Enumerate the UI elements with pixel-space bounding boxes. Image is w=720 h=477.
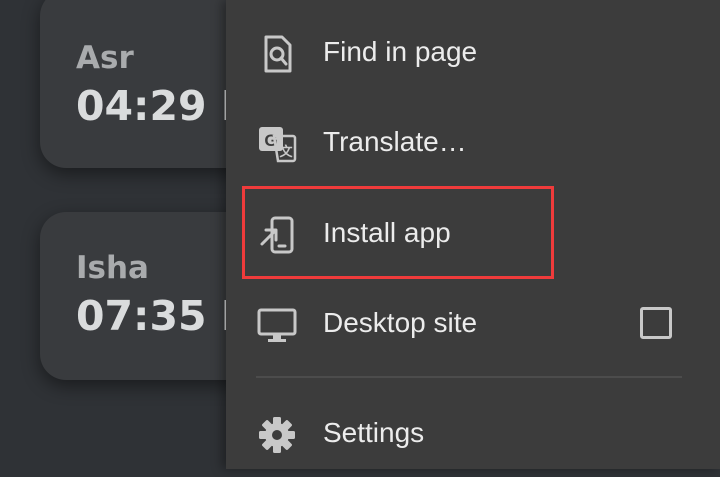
gear-icon [256,414,298,456]
menu-item-label: Desktop site [323,307,478,338]
find-in-page-icon [256,33,298,75]
menu-item-label: Translate… [323,126,467,157]
menu-item-install-app[interactable]: Install app [226,187,720,277]
menu-divider [256,376,682,378]
menu-item-find-in-page[interactable]: Find in page [226,6,720,96]
desktop-icon [256,304,298,346]
desktop-site-checkbox[interactable] [640,307,672,339]
prayer-name: Isha [76,250,149,286]
translate-icon: G 文 [256,123,298,165]
menu-item-desktop-site[interactable]: Desktop site [226,277,720,367]
prayer-time: 04:29 P [76,82,251,130]
install-app-icon [256,214,298,256]
menu-item-label: Install app [323,217,451,248]
menu-item-label: Find in page [323,36,478,67]
prayer-name: Asr [76,40,134,76]
svg-text:文: 文 [279,144,293,160]
menu-item-settings[interactable]: Settings [226,387,720,477]
menu-item-translate[interactable]: G 文 Translate… [226,96,720,186]
prayer-time: 07:35 P [76,292,251,340]
menu-item-label: Settings [323,417,425,448]
overflow-menu: Find in page G 文 Translate… Install app [226,0,720,469]
